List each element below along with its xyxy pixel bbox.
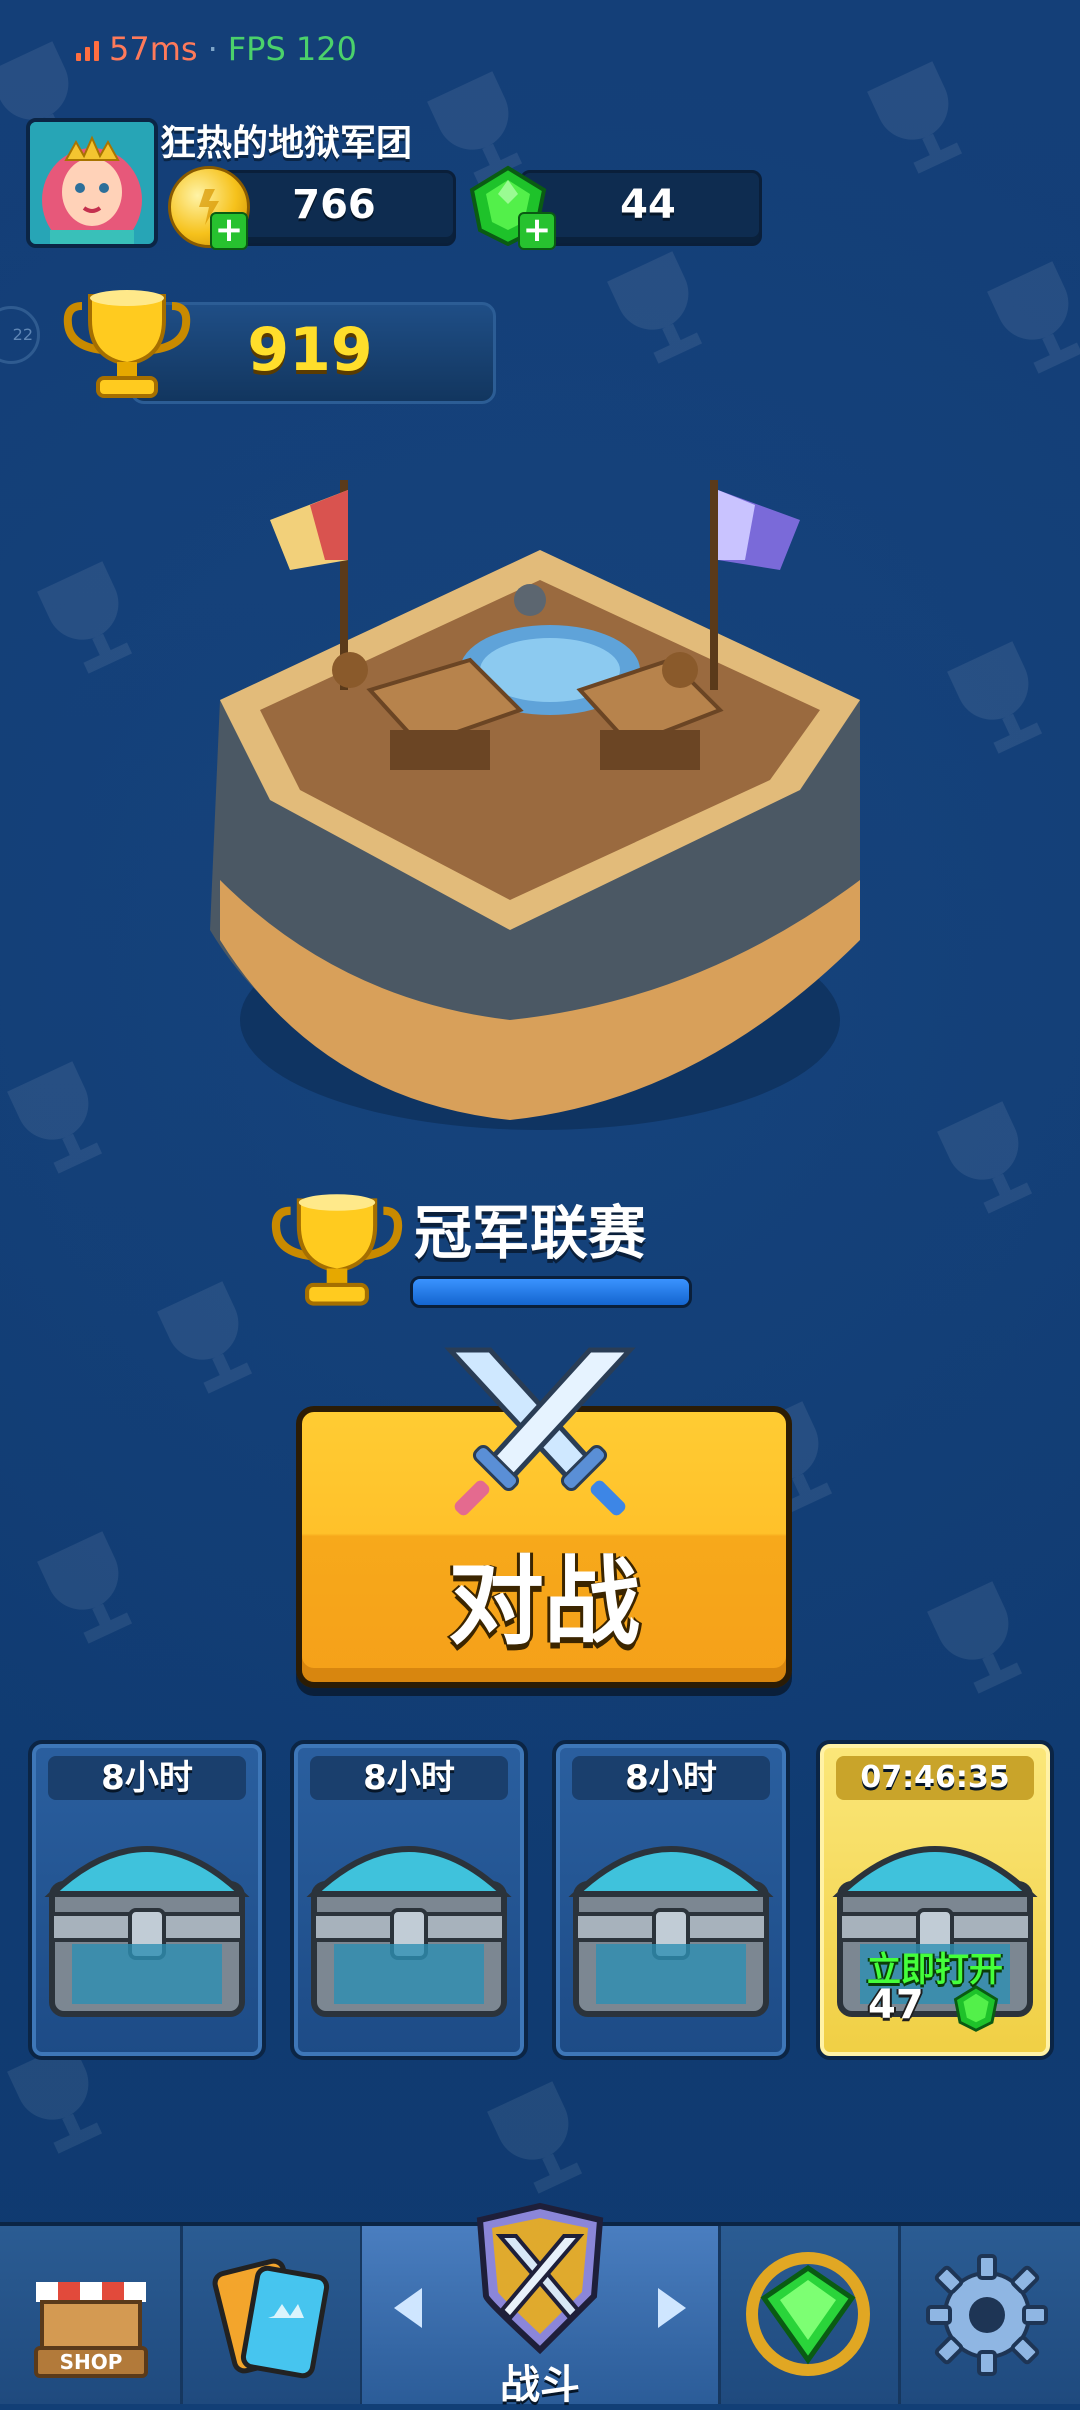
league-progress-bar (410, 1276, 692, 1308)
chest-slot-1[interactable]: 8小时 (28, 1740, 266, 2060)
nav-battle[interactable]: 战斗 (362, 2202, 721, 2408)
gem-value: 44 (620, 182, 676, 228)
player-avatar[interactable] (26, 118, 158, 248)
nav-shop[interactable]: SHOP (0, 2226, 183, 2404)
nav-battle-label: 战斗 (500, 2362, 580, 2408)
status-separator: · (207, 30, 218, 68)
add-coins-plus-icon[interactable]: + (210, 212, 248, 250)
crossed-swords-icon (444, 1347, 636, 1516)
player-name: 狂热的地狱军团 (160, 123, 413, 164)
battle-shield-icon (476, 2202, 604, 2355)
chest-timer: 8小时 (48, 1756, 246, 1800)
arena-illustration (210, 480, 860, 1130)
chest-slot-4-unlocking[interactable]: 07:46:35 立即打开 47 (816, 1740, 1054, 2060)
league-trophy-icon (271, 1194, 403, 1306)
chest-icon (832, 1846, 1038, 2017)
fps-text: FPS 120 (227, 30, 357, 68)
battle-label: 对战 (448, 1546, 640, 1658)
shop-icon: SHOP (34, 2282, 148, 2378)
chest-countdown: 07:46:35 (836, 1756, 1034, 1800)
gem-cost-icon (953, 1985, 999, 2032)
coin-value: 766 (292, 182, 376, 228)
cards-icon (212, 2258, 330, 2379)
nav-gems[interactable] (718, 2226, 901, 2404)
chest-timer: 8小时 (572, 1756, 770, 1800)
nav-cards[interactable] (180, 2226, 363, 2404)
league-title: 冠军联赛 (414, 1199, 647, 1267)
open-cost-value: 47 (868, 1982, 924, 2028)
gem-icon (746, 2252, 870, 2376)
add-gems-plus-icon[interactable]: + (518, 212, 556, 250)
nav-right-arrow-icon[interactable] (658, 2288, 686, 2328)
network-status: 57ms · FPS 120 (76, 30, 357, 68)
open-now-label: 立即打开 (867, 1950, 1003, 1990)
chest-slot-2[interactable]: 8小时 (290, 1740, 528, 2060)
shop-text: SHOP (60, 2350, 123, 2374)
ping-text: 57ms (109, 30, 198, 68)
chest-icon (568, 1846, 774, 2017)
princess-avatar-icon (30, 122, 154, 244)
trophy-value: 919 (247, 315, 373, 385)
nav-left-arrow-icon[interactable] (394, 2288, 422, 2328)
nav-settings[interactable] (898, 2226, 1078, 2404)
chest-timer: 8小时 (310, 1756, 508, 1800)
bottom-nav: SHOP 战斗 (0, 2202, 1080, 2408)
chest-slot-3[interactable]: 8小时 (552, 1740, 790, 2060)
chest-icon (44, 1846, 250, 2017)
gear-icon (926, 2254, 1048, 2376)
signal-icon (76, 37, 99, 61)
league-progress-fill (413, 1279, 689, 1305)
chest-icon (306, 1846, 512, 2017)
